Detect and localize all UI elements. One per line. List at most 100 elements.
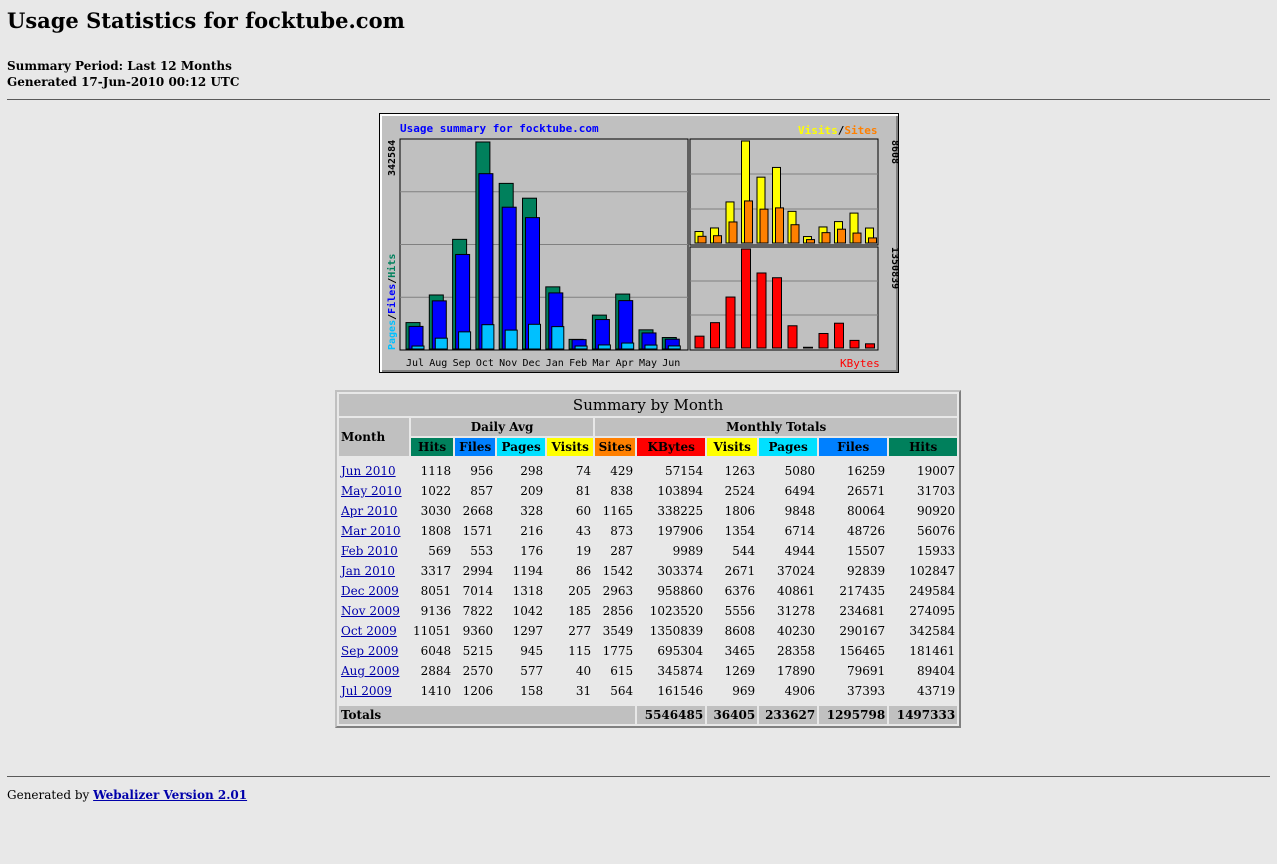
month-link[interactable]: Apr 2010 [341,504,397,518]
table-title: Summary by Month [339,394,958,416]
bottom-divider [7,776,1270,777]
value-cell: 1354 [707,522,758,540]
value-cell: 181461 [889,642,958,660]
month-cell: Jul 2009 [339,682,409,700]
value-cell: 31703 [889,482,958,500]
kbytes-bar [725,296,736,349]
pages-bar [551,326,565,350]
value-cell: 569 [411,542,454,560]
month-link[interactable]: Dec 2009 [341,584,399,598]
value-cell: 74 [547,462,594,480]
pages-bar [667,345,681,350]
pages-bar [458,331,472,350]
month-tick-label: Jul [406,358,424,369]
kbytes-bar [772,277,782,349]
month-tick-label: Feb [569,358,587,369]
value-cell: 345874 [637,662,706,680]
value-cell: 209 [497,482,546,500]
sites-bar [697,235,707,244]
value-cell: 176 [497,542,546,560]
value-cell: 287 [595,542,636,560]
value-cell: 2963 [595,582,636,600]
table-row: Jan 2010 3317 2994 1194 86 1542 303374 2671 3702… [339,562,958,580]
value-cell: 1808 [411,522,454,540]
value-cell: 185 [547,602,594,620]
value-cell: 2856 [595,602,636,620]
col-header-kbytes: KBytes [637,438,706,456]
sites-bar [868,237,877,244]
value-cell: 80064 [819,502,888,520]
month-link[interactable]: May 2010 [341,484,402,498]
month-tick-label: Sep [453,358,471,369]
value-cell: 43 [547,522,594,540]
kbytes-bar [818,332,829,349]
visits-sites-legend: Visits/Sites [798,124,878,137]
month-link[interactable]: Jun 2010 [341,464,396,478]
value-cell: 90920 [889,502,958,520]
month-tick-label: Apr [616,358,634,369]
sites-bar [775,207,784,244]
total-value: 1295798 [819,706,888,724]
col-header-visits: Visits [547,438,594,456]
pages-bar [528,323,541,350]
kbytes-bar [834,322,844,349]
month-tick-label: Mar [592,358,610,369]
webalizer-link[interactable]: Webalizer Version 2.01 [93,788,247,802]
value-cell: 2884 [411,662,454,680]
month-link[interactable]: Oct 2009 [341,624,397,638]
month-tick-label: Aug [429,358,447,369]
month-cell: Jan 2010 [339,562,409,580]
value-cell: 564 [595,682,636,700]
kbytes-bar [803,346,813,349]
month-link[interactable]: Jan 2010 [341,564,395,578]
month-link[interactable]: Jul 2009 [341,684,392,698]
month-link[interactable]: Aug 2009 [341,664,399,678]
month-link[interactable]: Nov 2009 [341,604,400,618]
value-cell: 958860 [637,582,706,600]
sites-bar [744,200,753,244]
pages-bar [574,345,588,350]
table-row: May 2010 1022 857 209 81 838 103894 2524 6494 265… [339,482,958,500]
value-cell: 6048 [411,642,454,660]
monthly-totals-header: Monthly Totals [595,418,958,436]
legend-files: Files [386,284,398,314]
value-cell: 1206 [455,682,496,700]
legend-hits: Hits [386,254,398,278]
table-row: Jun 2010 1118 956 298 74 429 57154 1263 5080 1625… [339,462,958,480]
month-link[interactable]: Sep 2009 [341,644,398,658]
sites-bar [806,239,815,244]
files-bar [478,173,494,350]
value-cell: 11051 [411,622,454,640]
value-cell: 5215 [455,642,496,660]
pages-bar [621,342,635,350]
value-cell: 234681 [819,602,888,620]
value-cell: 553 [455,542,496,560]
top-divider [7,99,1270,100]
pages-bar [481,324,495,350]
month-link[interactable]: Mar 2010 [341,524,401,538]
month-link[interactable]: Feb 2010 [341,544,398,558]
legend-visits: Visits [798,124,838,137]
value-cell: 577 [497,662,546,680]
col-header-files: Files [455,438,496,456]
value-cell: 3030 [411,502,454,520]
value-cell: 40861 [759,582,818,600]
col-header-pages: Pages [497,438,546,456]
table-row: Sep 2009 6048 5215 945 115 1775 695304 3465 2835… [339,642,958,660]
value-cell: 1042 [497,602,546,620]
value-cell: 26571 [819,482,888,500]
table-row: Nov 2009 9136 7822 1042 185 2856 1023520 5556 31… [339,602,958,620]
value-cell: 274095 [889,602,958,620]
value-cell: 31278 [759,602,818,620]
value-cell: 1022 [411,482,454,500]
value-cell: 4906 [759,682,818,700]
pages-bar [597,344,611,350]
value-cell: 338225 [637,502,706,520]
value-cell: 92839 [819,562,888,580]
value-cell: 9360 [455,622,496,640]
kbytes-bar [865,343,875,349]
value-cell: 1350839 [637,622,706,640]
value-cell: 19007 [889,462,958,480]
value-cell: 86 [547,562,594,580]
value-cell: 28358 [759,642,818,660]
